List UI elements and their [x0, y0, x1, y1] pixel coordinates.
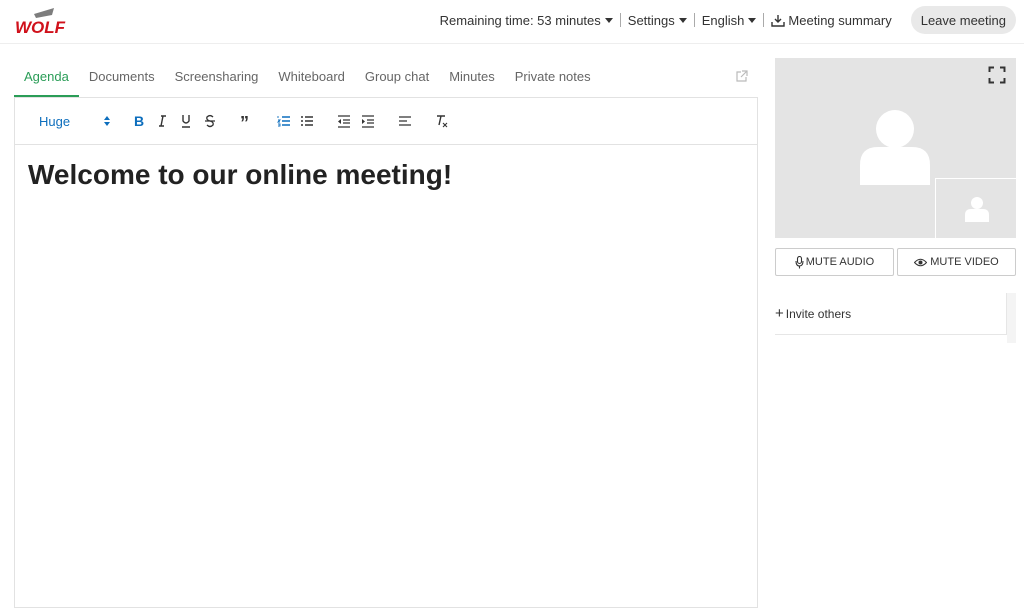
microphone-icon — [795, 255, 804, 268]
remaining-time-label: Remaining time: 53 minutes — [439, 12, 601, 28]
blockquote-icon[interactable]: ” — [240, 113, 254, 129]
settings-label: Settings — [627, 12, 675, 28]
tab-whiteboard[interactable]: Whiteboard — [268, 58, 354, 97]
tab-bar: Agenda Documents Screensharing Whiteboar… — [14, 58, 758, 98]
top-header: WOLF Remaining time: 53 minutes Settings… — [0, 0, 1024, 44]
invite-others-button[interactable]: + Invite others — [775, 293, 1007, 335]
tab-agenda[interactable]: Agenda — [14, 58, 79, 97]
language-label: English — [701, 12, 745, 28]
caret-down-icon — [748, 17, 757, 23]
outdent-icon[interactable] — [337, 113, 351, 129]
top-nav: Remaining time: 53 minutes Settings Engl… — [433, 6, 1016, 34]
svg-text:B: B — [134, 113, 144, 129]
select-arrows-icon[interactable] — [103, 113, 111, 129]
strikethrough-icon[interactable] — [204, 113, 216, 129]
mute-video-label: MUTE VIDEO — [930, 256, 999, 268]
agenda-editor: Huge B ” Welcome to our online meeting! — [14, 98, 758, 608]
agenda-heading: Welcome to our online meeting! — [28, 159, 453, 190]
editor-content[interactable]: Welcome to our online meeting! — [15, 145, 757, 205]
panel-scroll-strip — [1007, 293, 1016, 343]
external-link-icon[interactable] — [735, 70, 748, 83]
logo-text: WOLF — [15, 18, 66, 36]
ordered-list-icon[interactable] — [277, 113, 291, 129]
svg-text:”: ” — [240, 113, 249, 129]
main-video — [775, 58, 1016, 238]
leave-meeting-button[interactable]: Leave meeting — [910, 6, 1016, 34]
indent-icon[interactable] — [361, 113, 375, 129]
tab-screensharing[interactable]: Screensharing — [165, 58, 269, 97]
mute-audio-button[interactable]: MUTE AUDIO — [775, 248, 894, 276]
self-view — [935, 178, 1016, 238]
align-left-icon[interactable] — [398, 113, 412, 129]
tab-private-notes[interactable]: Private notes — [505, 58, 601, 97]
self-avatar-icon — [965, 197, 989, 222]
remaining-time-dropdown[interactable]: Remaining time: 53 minutes — [433, 13, 620, 28]
editor-toolbar: Huge B ” — [15, 98, 757, 145]
tab-minutes[interactable]: Minutes — [439, 58, 505, 97]
wolf-logo: WOLF — [15, 8, 66, 36]
eye-icon — [914, 258, 928, 266]
download-tray-icon — [771, 14, 786, 27]
settings-dropdown[interactable]: Settings — [621, 13, 694, 28]
fullscreen-icon[interactable] — [988, 66, 1006, 84]
caret-down-icon — [678, 17, 687, 23]
language-dropdown[interactable]: English — [695, 13, 764, 28]
underline-icon[interactable] — [180, 113, 192, 129]
bullet-list-icon[interactable] — [300, 113, 314, 129]
meeting-summary-link[interactable]: Meeting summary — [764, 13, 898, 28]
tab-documents[interactable]: Documents — [79, 58, 165, 97]
meeting-summary-label: Meeting summary — [788, 12, 892, 28]
caret-down-icon — [604, 17, 613, 23]
participant-avatar-icon — [860, 110, 930, 185]
mute-video-button[interactable]: MUTE VIDEO — [897, 248, 1016, 276]
plus-icon: + — [775, 304, 784, 322]
font-size-value: Huge — [39, 113, 71, 129]
italic-icon[interactable] — [157, 113, 167, 129]
tab-group-chat[interactable]: Group chat — [355, 58, 439, 97]
bold-icon[interactable]: B — [133, 113, 145, 129]
mute-audio-label: MUTE AUDIO — [805, 256, 875, 268]
invite-others-label: Invite others — [785, 306, 852, 321]
clear-formatting-icon[interactable] — [434, 113, 448, 129]
